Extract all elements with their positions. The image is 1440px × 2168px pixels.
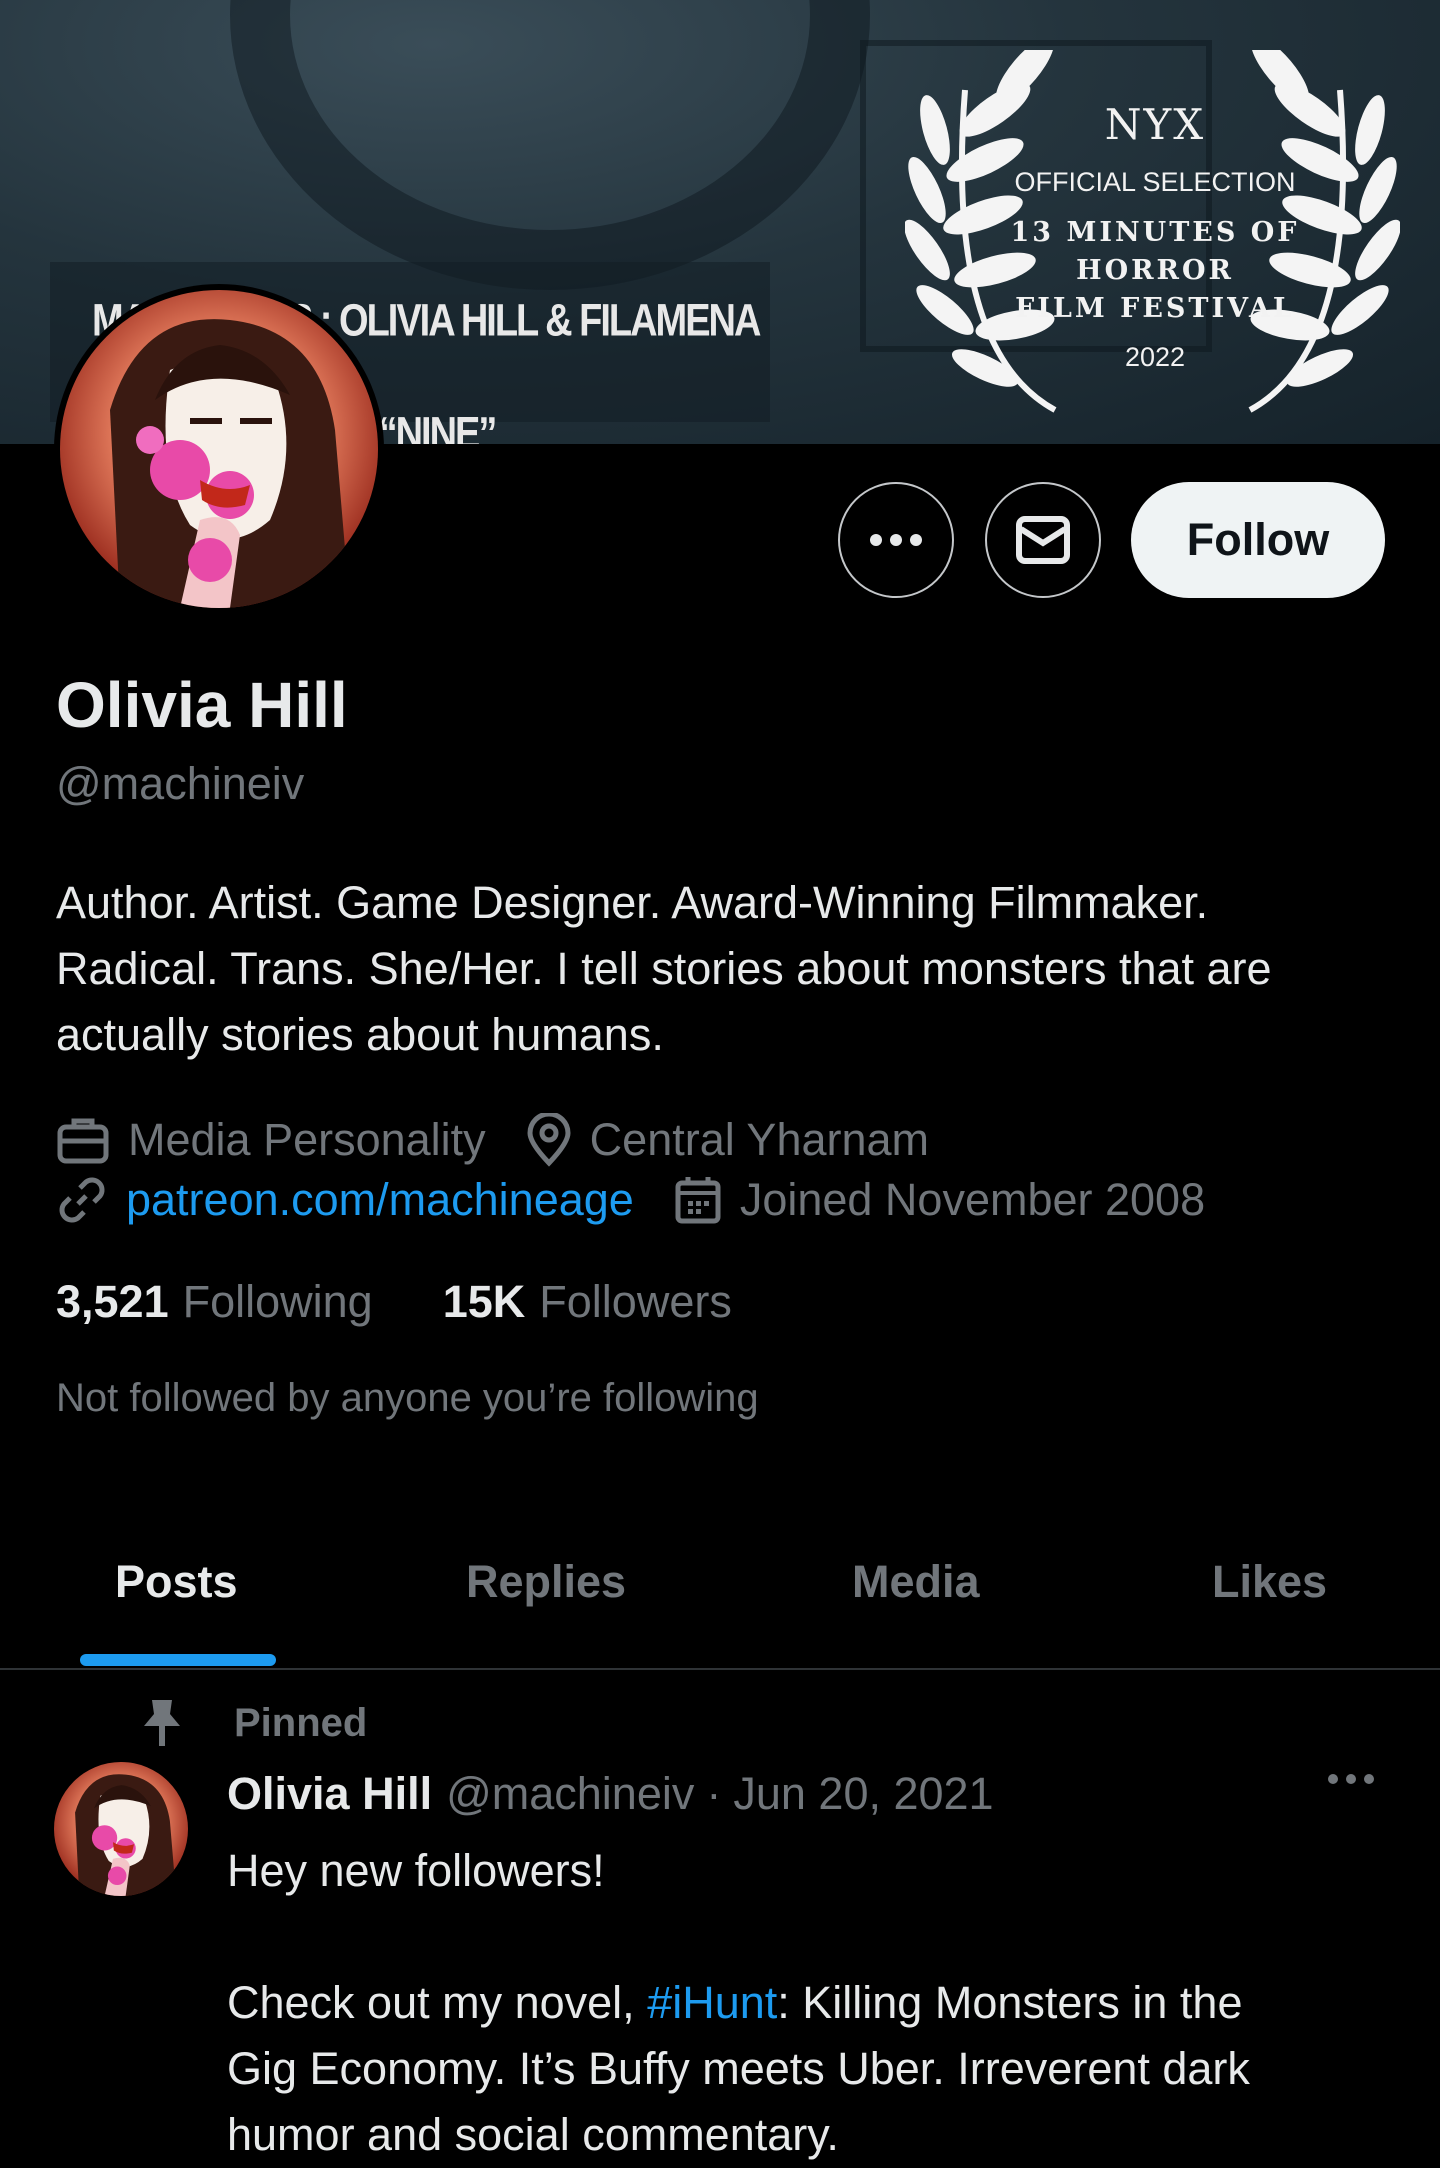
tab-likes[interactable]: Likes [1212, 1556, 1327, 1608]
more-options-button[interactable] [838, 482, 954, 598]
profile-avatar[interactable] [54, 284, 384, 614]
profile-website[interactable]: patreon.com/machineage [56, 1174, 634, 1226]
pinned-label: Pinned [234, 1700, 368, 1745]
followers-stat[interactable]: 15K Followers [443, 1276, 732, 1328]
avatar-image [60, 290, 378, 608]
post-line-2-post: : Killing Monsters in the [777, 1977, 1243, 2028]
pin-icon [144, 1700, 180, 1746]
following-count: 3,521 [56, 1276, 169, 1327]
laurel-festival: 13 MINUTES OF HORROR FILM FESTIVAL [980, 214, 1330, 328]
post-line-2-pre: Check out my novel, [227, 1977, 648, 2028]
laurel-festival-line1: 13 MINUTES OF HORROR [1010, 217, 1300, 286]
tab-posts[interactable]: Posts [115, 1556, 238, 1608]
post-line-3: Gig Economy. It’s Buffy meets Uber. Irre… [227, 2043, 1250, 2094]
post-date[interactable]: Jun 20, 2021 [733, 1768, 993, 1820]
profile-meta-row-1: Media Personality Central Yharnam [56, 1113, 969, 1167]
link-icon [59, 1177, 105, 1223]
tab-media[interactable]: Media [852, 1556, 980, 1608]
envelope-icon [1016, 516, 1070, 564]
more-horizontal-icon [870, 534, 922, 546]
profile-meta-row-2: patreon.com/machineage Joined November 2… [56, 1174, 1245, 1226]
profile-joined-text: Joined November 2008 [739, 1174, 1206, 1225]
bio-line-3: actually stories about humans. [56, 1009, 664, 1060]
post-body: Hey new followers! Check out my novel, #… [227, 1838, 1377, 2168]
pinned-indicator: Pinned [140, 1698, 367, 1748]
following-label: Following [182, 1276, 373, 1327]
post-more-button[interactable] [1326, 1772, 1376, 1791]
profile-joined: Joined November 2008 [674, 1174, 1205, 1226]
post-line-2: Check out my novel, #iHunt: Killing Mons… [227, 1970, 1377, 2036]
location-pin-icon [527, 1113, 571, 1167]
post-author-avatar[interactable] [54, 1762, 188, 1896]
festival-laurel: NYX OFFICIAL SELECTION 13 MINUTES OF HOR… [980, 100, 1330, 373]
post-line-4: humor and social commentary. [227, 2109, 839, 2160]
bio-line-1: Author. Artist. Game Designer. Award-Win… [56, 877, 1209, 928]
profile-location: Central Yharnam [526, 1113, 929, 1167]
calendar-icon [675, 1177, 721, 1224]
profile-website-link[interactable]: patreon.com/machineage [126, 1174, 634, 1226]
follow-button[interactable]: Follow [1131, 482, 1385, 598]
bio-line-2: Radical. Trans. She/Her. I tell stories … [56, 943, 1272, 994]
profile-category-text: Media Personality [128, 1114, 486, 1165]
followers-label: Followers [539, 1276, 732, 1327]
laurel-year: 2022 [1124, 342, 1186, 372]
laurel-org: NYX [1104, 100, 1206, 149]
more-horizontal-icon [1328, 1774, 1374, 1784]
profile-location-text: Central Yharnam [589, 1114, 930, 1165]
laurel-selection: OFFICIAL SELECTION [1014, 167, 1296, 197]
profile-bio: Author. Artist. Game Designer. Award-Win… [56, 870, 1396, 1068]
post-author-handle[interactable]: @machineiv [446, 1768, 694, 1820]
post-hashtag[interactable]: #iHunt [647, 1977, 777, 2028]
profile-category: Media Personality [56, 1114, 486, 1166]
briefcase-icon [57, 1118, 109, 1164]
active-tab-indicator [80, 1654, 276, 1666]
followers-count: 15K [442, 1276, 526, 1327]
post-header: Olivia Hill @machineiv · Jun 20, 2021 [227, 1768, 994, 1820]
profile-name: Olivia Hill [56, 669, 348, 741]
message-button[interactable] [985, 482, 1101, 598]
profile-handle: @machineiv [56, 758, 305, 809]
post-author-name[interactable]: Olivia Hill [227, 1768, 432, 1820]
following-stat[interactable]: 3,521 Following [56, 1276, 373, 1328]
banner-backdrop [230, 0, 870, 290]
post-separator: · [706, 1768, 722, 1819]
profile-tabs: Posts Replies Media Likes [0, 1520, 1440, 1670]
tab-replies[interactable]: Replies [466, 1556, 626, 1608]
laurel-festival-line2: FILM FESTIVAL [1015, 293, 1295, 324]
post-line-1: Hey new followers! [227, 1845, 605, 1896]
profile-stats: 3,521 Following 15K Followers [56, 1276, 802, 1328]
followed-by-notice: Not followed by anyone you’re following [56, 1376, 759, 1420]
